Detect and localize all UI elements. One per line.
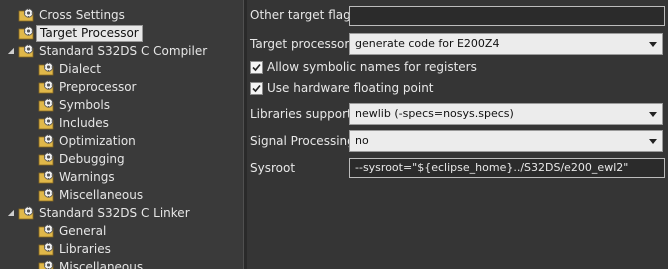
- tree-item[interactable]: Miscellaneous: [38, 258, 143, 269]
- tree-item[interactable]: Dialect: [38, 60, 101, 78]
- signal-processing-combo[interactable]: no: [349, 130, 663, 152]
- tree-item-label: Standard S32DS C Compiler: [39, 44, 208, 58]
- target-processor-settings: Other target flags Target processor gene…: [247, 0, 668, 269]
- tree-item-label: Preprocessor: [59, 80, 137, 94]
- settings-tree: Cross Settings Target Processor ◢ Standard …: [0, 0, 243, 269]
- tree-item[interactable]: Includes: [38, 114, 109, 132]
- tree-item[interactable]: Miscellaneous: [38, 186, 143, 204]
- tree-item[interactable]: ◢ Standard S32DS C Linker: [6, 204, 190, 222]
- expand-arrow-icon[interactable]: ◢: [6, 42, 16, 60]
- target-processor-combo[interactable]: generate code for E200Z4: [349, 33, 663, 55]
- tree-item-label: Cross Settings: [39, 8, 125, 22]
- use-hardware-fp-label: Use hardware floating point: [267, 81, 434, 95]
- tree-item[interactable]: Preprocessor: [38, 78, 136, 96]
- settings-gear-icon: [38, 223, 54, 239]
- chevron-down-icon: [646, 131, 660, 151]
- settings-gear-icon: [18, 43, 34, 59]
- tree-item[interactable]: Warnings: [38, 168, 115, 186]
- tree-item-label: Standard S32DS C Linker: [39, 206, 190, 220]
- tree-item-label: General: [59, 224, 107, 238]
- tree-item[interactable]: ◢ Standard S32DS C Compiler: [6, 42, 207, 60]
- libraries-support-combo[interactable]: newlib (-specs=nosys.specs): [349, 103, 663, 125]
- tree-item-label: Libraries: [59, 242, 111, 256]
- tree-item-label: Symbols: [59, 98, 110, 112]
- settings-gear-icon: [38, 133, 54, 149]
- chevron-down-icon: [646, 34, 660, 54]
- settings-gear-icon: [38, 169, 54, 185]
- tree-item-label: Optimization: [59, 134, 136, 148]
- tree-item[interactable]: Target Processor: [18, 24, 143, 42]
- settings-gear-icon: [18, 205, 34, 221]
- tree-item-label: Warnings: [59, 170, 115, 184]
- tree-item-label: Dialect: [59, 62, 101, 76]
- signal-processing-value: no: [355, 134, 369, 147]
- tree-item[interactable]: Optimization: [38, 132, 136, 150]
- expand-arrow-icon[interactable]: ◢: [6, 204, 16, 222]
- settings-gear-icon: [18, 25, 34, 41]
- settings-gear-icon: [38, 151, 54, 167]
- other-target-flags-label: Other target flags: [250, 8, 357, 22]
- tree-item[interactable]: Cross Settings: [18, 6, 125, 24]
- target-processor-value: generate code for E200Z4: [355, 37, 500, 50]
- settings-gear-icon: [38, 61, 54, 77]
- settings-gear-icon: [18, 7, 34, 23]
- tree-item-label: Debugging: [59, 152, 125, 166]
- allow-symbolic-names-row[interactable]: Allow symbolic names for registers: [250, 59, 477, 75]
- tree-item[interactable]: Symbols: [38, 96, 110, 114]
- libraries-support-label: Libraries support: [250, 107, 352, 121]
- settings-gear-icon: [38, 115, 54, 131]
- settings-gear-icon: [38, 241, 54, 257]
- use-hardware-fp-checkbox[interactable]: [250, 81, 263, 95]
- use-hardware-fp-row[interactable]: Use hardware floating point: [250, 80, 434, 96]
- tree-item-label: Includes: [59, 116, 109, 130]
- target-processor-label: Target processor: [250, 37, 350, 51]
- libraries-support-value: newlib (-specs=nosys.specs): [355, 107, 514, 120]
- sysroot-label: Sysroot: [250, 161, 296, 175]
- other-target-flags-field[interactable]: [349, 6, 665, 26]
- tree-item[interactable]: General: [38, 222, 106, 240]
- settings-gear-icon: [38, 259, 54, 269]
- tree-item-label: Miscellaneous: [59, 260, 144, 269]
- settings-gear-icon: [38, 97, 54, 113]
- settings-gear-icon: [38, 187, 54, 203]
- allow-symbolic-names-label: Allow symbolic names for registers: [267, 60, 477, 74]
- tree-item-label: Miscellaneous: [59, 188, 144, 202]
- allow-symbolic-names-checkbox[interactable]: [250, 60, 263, 74]
- signal-processing-label: Signal Processing: [250, 134, 355, 148]
- tree-item[interactable]: Libraries: [38, 240, 111, 258]
- tree-item-label: Target Processor: [36, 24, 143, 42]
- chevron-down-icon: [646, 104, 660, 124]
- tree-item[interactable]: Debugging: [38, 150, 125, 168]
- sysroot-field[interactable]: --sysroot="${eclipse_home}../S32DS/e200_…: [349, 158, 665, 178]
- settings-gear-icon: [38, 79, 54, 95]
